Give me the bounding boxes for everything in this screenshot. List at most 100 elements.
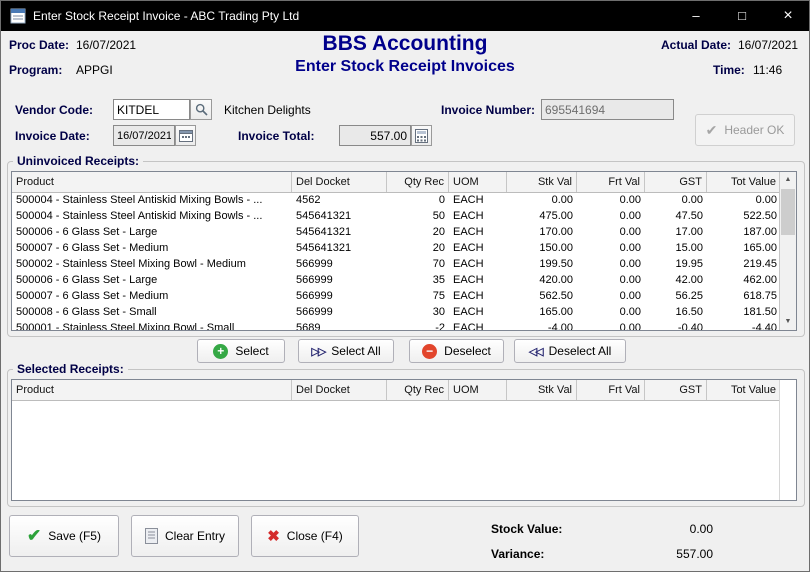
save-button[interactable]: ✔ Save (F5) bbox=[9, 515, 119, 557]
table-row[interactable]: 500006 - 6 Glass Set - Large56699935EACH… bbox=[12, 273, 796, 289]
cell: 566999 bbox=[292, 257, 387, 273]
cell: 500004 - Stainless Steel Antiskid Mixing… bbox=[12, 193, 292, 209]
clear-entry-label: Clear Entry bbox=[165, 529, 225, 543]
table-row[interactable]: 500004 - Stainless Steel Antiskid Mixing… bbox=[12, 193, 796, 209]
table-row[interactable]: 500007 - 6 Glass Set - Medium56699975EAC… bbox=[12, 289, 796, 305]
column-header: Frt Val bbox=[577, 172, 645, 192]
titlebar[interactable]: Enter Stock Receipt Invoice - ABC Tradin… bbox=[1, 1, 810, 31]
calendar-icon bbox=[179, 129, 193, 142]
vendor-name: Kitchen Delights bbox=[224, 103, 311, 117]
scroll-down-icon[interactable]: ▼ bbox=[780, 314, 796, 330]
select-all-button[interactable]: ▷▷ Select All bbox=[298, 339, 394, 363]
close-f4-button[interactable]: ✖ Close (F4) bbox=[251, 515, 359, 557]
invoice-date-label: Invoice Date: bbox=[15, 129, 90, 143]
deselect-all-button[interactable]: ◁◁ Deselect All bbox=[514, 339, 626, 363]
cell: 500002 - Stainless Steel Mixing Bowl - M… bbox=[12, 257, 292, 273]
cell: 566999 bbox=[292, 289, 387, 305]
cell: 42.00 bbox=[645, 273, 707, 289]
app-window: Enter Stock Receipt Invoice - ABC Tradin… bbox=[0, 0, 810, 572]
column-header: Del Docket bbox=[292, 380, 387, 400]
grid-header: ProductDel DocketQty RecUOMStk ValFrt Va… bbox=[12, 380, 781, 401]
column-header: Stk Val bbox=[507, 380, 577, 400]
cell: 545641321 bbox=[292, 241, 387, 257]
table-row[interactable]: 500004 - Stainless Steel Antiskid Mixing… bbox=[12, 209, 796, 225]
cell: 566999 bbox=[292, 273, 387, 289]
deselect-minus-icon: − bbox=[422, 344, 437, 359]
invoice-date-input[interactable] bbox=[113, 125, 175, 146]
column-header: Frt Val bbox=[577, 380, 645, 400]
cell: 500007 - 6 Glass Set - Medium bbox=[12, 289, 292, 305]
cell: 219.45 bbox=[707, 257, 781, 273]
maximize-button[interactable]: □ bbox=[719, 1, 765, 31]
cell: EACH bbox=[449, 273, 507, 289]
calculator-button[interactable] bbox=[411, 125, 432, 146]
select-label: Select bbox=[235, 344, 268, 358]
cell: -2 bbox=[387, 321, 449, 331]
calendar-button[interactable] bbox=[175, 125, 196, 146]
uninvoiced-scrollbar[interactable]: ▲ ▼ bbox=[779, 172, 796, 330]
select-button[interactable]: + Select bbox=[197, 339, 285, 363]
vendor-code-label: Vendor Code: bbox=[15, 103, 93, 117]
cell: 4562 bbox=[292, 193, 387, 209]
time-value: 11:46 bbox=[753, 63, 782, 77]
cell: 165.00 bbox=[507, 305, 577, 321]
table-row[interactable]: 500001 - Stainless Steel Mixing Bowl - S… bbox=[12, 321, 796, 331]
invoice-number-input[interactable] bbox=[541, 99, 674, 120]
cell: -0.40 bbox=[645, 321, 707, 331]
variance-value: 557.00 bbox=[601, 547, 713, 561]
column-header: Del Docket bbox=[292, 172, 387, 192]
save-label: Save (F5) bbox=[48, 529, 101, 543]
cell: EACH bbox=[449, 225, 507, 241]
screen-title: Enter Stock Receipt Invoices bbox=[1, 58, 809, 76]
cell: EACH bbox=[449, 241, 507, 257]
invoice-total-label: Invoice Total: bbox=[238, 129, 314, 143]
cell: -4.40 bbox=[707, 321, 781, 331]
cell: 0.00 bbox=[507, 193, 577, 209]
cell: 618.75 bbox=[707, 289, 781, 305]
cell: 500008 - 6 Glass Set - Small bbox=[12, 305, 292, 321]
scroll-thumb[interactable] bbox=[781, 189, 795, 235]
table-row[interactable]: 500008 - 6 Glass Set - Small56699930EACH… bbox=[12, 305, 796, 321]
cell: EACH bbox=[449, 305, 507, 321]
cell: 500006 - 6 Glass Set - Large bbox=[12, 225, 292, 241]
cell: 181.50 bbox=[707, 305, 781, 321]
close-button[interactable]: × bbox=[765, 1, 810, 31]
cell: 75 bbox=[387, 289, 449, 305]
close-icon: × bbox=[783, 7, 792, 24]
cell: 0.00 bbox=[577, 209, 645, 225]
deselect-button[interactable]: − Deselect bbox=[409, 339, 504, 363]
actual-date-value: 16/07/2021 bbox=[738, 38, 798, 52]
cell: 50 bbox=[387, 209, 449, 225]
uninvoiced-group-label: Uninvoiced Receipts: bbox=[13, 154, 143, 168]
cell: 0.00 bbox=[577, 273, 645, 289]
scroll-up-icon[interactable]: ▲ bbox=[780, 172, 796, 188]
cell: 165.00 bbox=[707, 241, 781, 257]
cell: 0.00 bbox=[645, 193, 707, 209]
cell: 70 bbox=[387, 257, 449, 273]
cell: 0 bbox=[387, 193, 449, 209]
cell: 0.00 bbox=[577, 305, 645, 321]
actual-date-label: Actual Date: bbox=[661, 38, 731, 52]
table-row[interactable]: 500006 - 6 Glass Set - Large54564132120E… bbox=[12, 225, 796, 241]
header-ok-button[interactable]: ✔ Header OK bbox=[695, 114, 795, 146]
clear-entry-button[interactable]: Clear Entry bbox=[131, 515, 239, 557]
minimize-icon: – bbox=[692, 8, 699, 23]
cell: 35 bbox=[387, 273, 449, 289]
window-icon bbox=[10, 8, 26, 24]
cell: 17.00 bbox=[645, 225, 707, 241]
cell: 19.95 bbox=[645, 257, 707, 273]
maximize-icon: □ bbox=[738, 8, 746, 23]
cell: 56.25 bbox=[645, 289, 707, 305]
table-row[interactable]: 500002 - Stainless Steel Mixing Bowl - M… bbox=[12, 257, 796, 273]
selected-group-label: Selected Receipts: bbox=[13, 362, 128, 376]
vendor-search-button[interactable] bbox=[190, 99, 212, 120]
vendor-code-input[interactable] bbox=[113, 99, 190, 120]
minimize-button[interactable]: – bbox=[673, 1, 719, 31]
invoice-total-input[interactable] bbox=[339, 125, 411, 146]
cell: 475.00 bbox=[507, 209, 577, 225]
table-row[interactable]: 500007 - 6 Glass Set - Medium54564132120… bbox=[12, 241, 796, 257]
stock-value-label: Stock Value: bbox=[491, 522, 562, 536]
column-header: Tot Value bbox=[707, 172, 781, 192]
column-header: Stk Val bbox=[507, 172, 577, 192]
column-header: Tot Value bbox=[707, 380, 781, 400]
